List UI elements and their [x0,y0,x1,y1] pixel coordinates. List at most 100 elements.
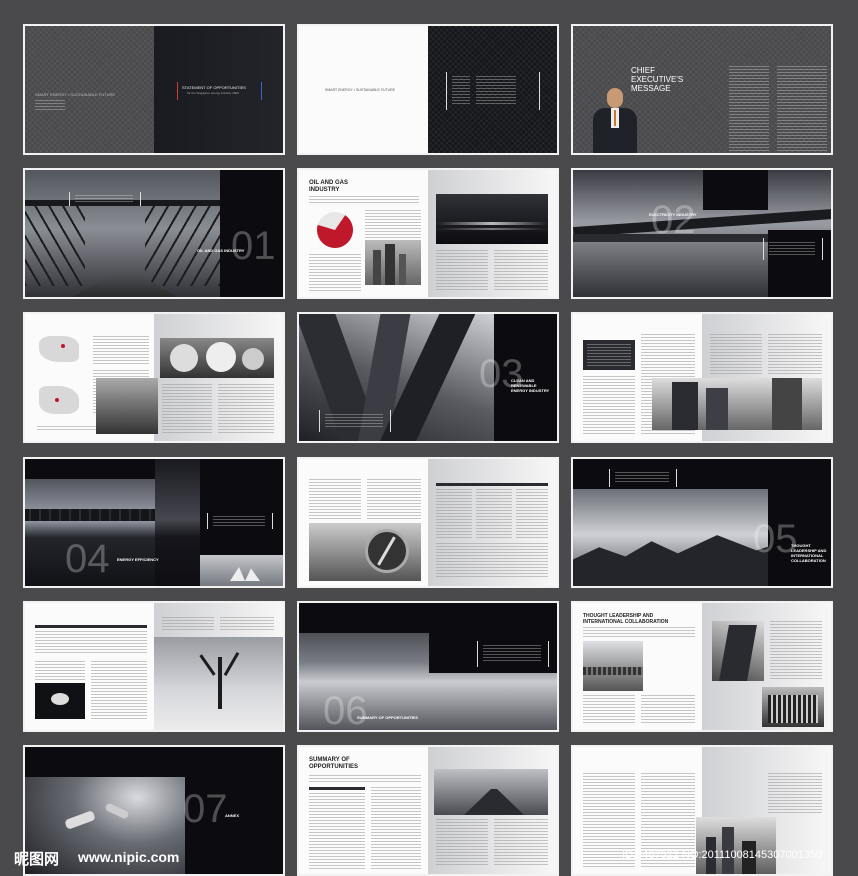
ceo-title-line1: CHIEF [631,66,655,75]
section-label: CLEAN AND RENEWABLE ENERGY INDUSTRY [511,378,557,393]
oil-gas-right-text2 [494,250,548,290]
section-number-02: 02 [651,198,696,242]
quote-text [483,645,541,663]
collab-right-page [702,603,831,730]
spread-10: 04 ENERGY EFFICIENCY [23,457,285,588]
map-marker [55,398,59,402]
spread-8: 03 CLEAN AND RENEWABLE ENERGY INDUSTRY [297,312,559,443]
spread-14: 06 SUMMARY OF OPPORTUNITIES [297,601,559,732]
text-col1 [583,376,635,436]
quote-text [213,516,265,526]
bridge-photo [25,170,220,297]
image-id-text: ID:5467522 NO:20111008145307001350 [622,849,823,861]
spread-13 [23,601,285,732]
tower-text1 [710,334,762,374]
blue-bracket-right [261,82,262,100]
section-label: ANNEX [225,813,240,818]
oil-gas-title-line1: OIL AND GAS [309,180,349,186]
spread-9 [571,312,833,443]
compass-map-photo [309,523,421,581]
spread-12: 05 THOUGHT LEADERSHIP AND INTERNATIONAL … [571,457,833,588]
section-number-07: 07 [183,787,228,831]
inner-cover-left: SMART ENERGY • SUSTAINABLE FUTURE [299,26,428,153]
oil-gas-page: OIL AND GAS INDUSTRY [299,170,428,297]
tower-photo [712,621,764,681]
table-col1 [436,489,472,539]
antenna-text1 [162,384,212,434]
quote-text [615,472,669,484]
collab-title: THOUGHT LEADERSHIP AND INTERNATIONAL COL… [583,613,668,625]
ceo-text-col2 [777,66,827,151]
cover-title: STATEMENT OF OPPORTUNITIES [182,85,246,90]
section-label: ELECTRICITY INDUSTRY [649,212,697,217]
oil-gas-right-text1 [436,250,488,290]
road-photo [434,769,548,815]
ceo-portrait [589,82,641,153]
contents-list-left [452,76,470,106]
tile-top [299,603,429,633]
oil-gas-text-col [365,210,421,238]
world-map-region [39,386,79,414]
summary-right-text2 [494,819,548,867]
summary-table-header [309,787,365,790]
red-bracket-left [177,82,178,100]
summary-right-page [428,747,557,874]
glass-towers-photo [652,378,822,430]
text-col2 [91,661,147,721]
nipic-site: www.nipic.com [78,849,180,865]
spread-1: SMART ENERGY • SUSTAINABLE FUTURE STATEM… [23,24,285,155]
oil-gas-right-page [428,170,557,297]
section-label: THOUGHT LEADERSHIP AND INTERNATIONAL COL… [791,543,826,563]
spread-7 [23,312,285,443]
table-col3 [516,489,548,539]
city-skyline-photo [365,240,421,285]
ceo-text-col1 [729,66,769,151]
collab-title-line2: INTERNATIONAL COLLABORATION [583,619,669,625]
highlight-text [587,344,631,366]
opera-house-photo [200,555,283,586]
map-marker [61,344,65,348]
section-label-line2: ENERGY INDUSTRY [511,388,550,393]
antenna-page [96,314,283,441]
world-map-asia [39,336,79,362]
oil-gas-text-col2 [309,254,361,292]
contents-list-right [476,76,516,106]
summary-left-page: SUMMARY OF OPPORTUNITIES [299,747,428,874]
nipic-logo: 昵图网 [14,850,60,868]
city-towers-photo [696,817,776,874]
spread-5: OIL AND GAS INDUSTRY [297,168,559,299]
text-block [35,661,85,681]
oil-gas-title: OIL AND GAS INDUSTRY [309,180,348,194]
compass-text2 [367,479,421,519]
summary-right-text1 [436,819,488,867]
right-text2 [220,617,274,631]
cover-left-caption: SMART ENERGY • SUSTAINABLE FUTURE [35,92,116,97]
cover-left-text-block [35,100,65,110]
spread-15: THOUGHT LEADERSHIP AND INTERNATIONAL COL… [571,601,833,732]
antenna-text2 [218,384,274,434]
oil-gas-title-line2: INDUSTRY [309,187,340,193]
section-number-06: 06 [323,689,368,732]
section-tile-top [703,170,768,210]
office-tower-photo [96,378,158,434]
section-label: OIL AND GAS INDUSTRY [197,248,245,253]
satellite-dishes-photo [160,338,274,378]
tree-right-page [154,603,283,730]
oil-gas-intro [309,196,419,204]
inner-cover-right [428,26,557,153]
section-number-04: 04 [65,537,110,581]
cover-subtitle: for the Singapore energy industry 2009 [187,91,239,95]
annex-right-text [768,773,822,813]
quote-text [769,242,815,256]
right-text1 [162,617,214,631]
summary-intro [309,775,421,783]
summary-title: SUMMARY OF OPPORTUNITIES [309,757,358,771]
table-header [35,625,147,628]
collab-text1 [583,695,635,725]
tile-middle [155,459,200,586]
spread-17: SUMMARY OF OPPORTUNITIES [297,745,559,876]
section-label: SUMMARY OF OPPORTUNITIES [357,715,418,720]
tile-top [25,747,283,777]
collab-left-page: THOUGHT LEADERSHIP AND INTERNATIONAL COL… [573,603,702,730]
table-page [428,459,557,586]
